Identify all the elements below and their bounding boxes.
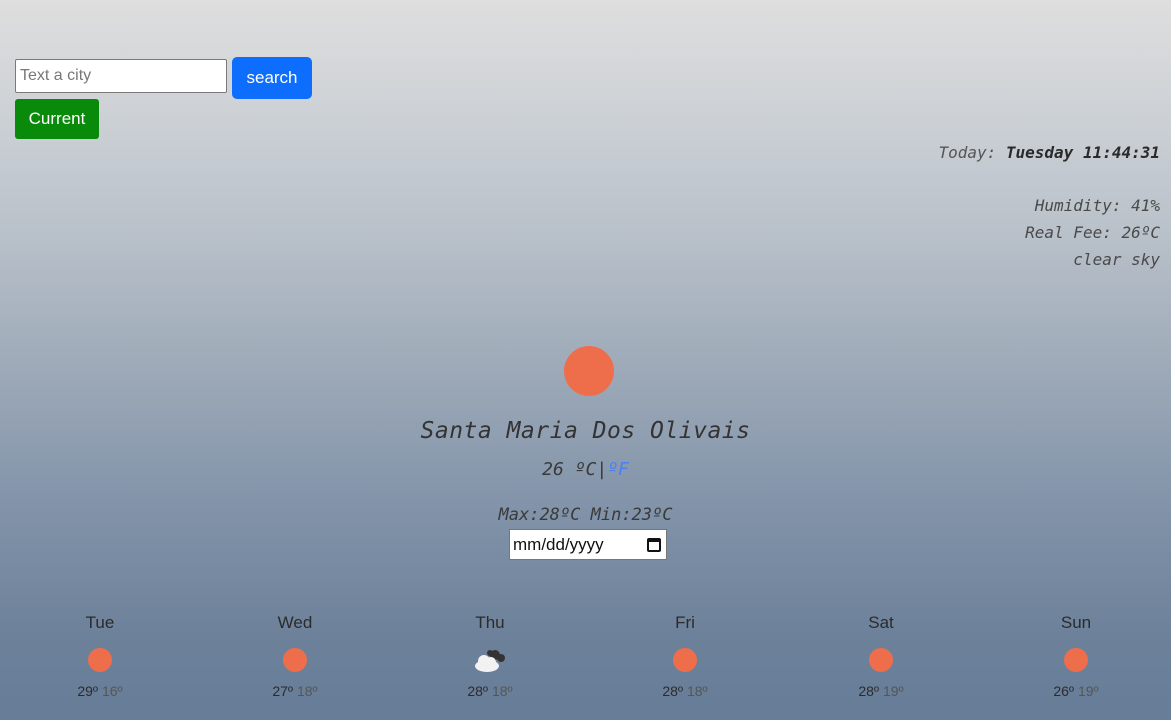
- forecast-day-name: Sat: [868, 613, 894, 632]
- forecast-day-name: Wed: [277, 613, 313, 632]
- today-value: Tuesday 11:44:31: [1005, 143, 1160, 162]
- forecast-temps: 28º 18º: [440, 683, 540, 699]
- max-min-temperature: Max:28ºC Min:23ºC: [498, 505, 673, 525]
- forecast-max: 28º: [858, 683, 880, 699]
- real-feel-text: Real Fee: 26ºC: [1025, 223, 1160, 242]
- city-name: Santa Maria Dos Olivais: [420, 418, 751, 444]
- forecast-min: 18º: [491, 683, 513, 699]
- forecast-day: Sat 28º 19º: [831, 612, 931, 699]
- forecast-day: Thu 28º 18º: [440, 612, 540, 699]
- forecast-temps: 26º 19º: [1026, 683, 1126, 699]
- forecast-temps: 28º 19º: [831, 683, 931, 699]
- forecast-day-name: Fri: [675, 613, 695, 632]
- sun-icon: [283, 648, 307, 672]
- search-button[interactable]: search: [232, 57, 312, 99]
- sun-icon: [1064, 648, 1088, 672]
- forecast-min: 19º: [1077, 683, 1099, 699]
- sun-icon: [88, 648, 112, 672]
- current-temperature: 26 ºC|ºF: [0, 459, 1171, 480]
- unit-separator: |: [596, 459, 608, 480]
- forecast-day: Fri 28º 18º: [635, 612, 735, 699]
- fahrenheit-link[interactable]: ºF: [607, 459, 629, 480]
- forecast-temps: 29º 16º: [50, 683, 150, 699]
- forecast-min: 18º: [296, 683, 318, 699]
- forecast-max: 28º: [467, 683, 489, 699]
- forecast-day: Tue 29º 16º: [50, 612, 150, 699]
- sun-icon: [564, 346, 614, 396]
- sun-icon: [869, 648, 893, 672]
- forecast-day-name: Thu: [475, 613, 505, 632]
- forecast-day-name: Sun: [1060, 613, 1092, 632]
- forecast-day-name: Tue: [85, 613, 115, 632]
- forecast-temps: 27º 18º: [245, 683, 345, 699]
- forecast-min: 16º: [101, 683, 123, 699]
- calendar-icon[interactable]: [647, 537, 661, 552]
- forecast-temps: 28º 18º: [635, 683, 735, 699]
- forecast-min: 18º: [686, 683, 708, 699]
- date-picker-input[interactable]: mm/dd/yyyy: [509, 529, 667, 560]
- forecast-min: 19º: [882, 683, 904, 699]
- today-label: Today:: [938, 143, 997, 162]
- cloud-icon: [475, 650, 505, 672]
- current-location-button[interactable]: Current: [15, 99, 99, 139]
- weather-description: clear sky: [1073, 250, 1160, 269]
- temperature-value: 26: [542, 459, 564, 480]
- forecast-day: Wed 27º 18º: [245, 612, 345, 699]
- forecast-max: 26º: [1053, 683, 1075, 699]
- date-placeholder: mm/dd/yyyy: [513, 534, 604, 554]
- forecast-max: 29º: [77, 683, 99, 699]
- forecast-max: 27º: [272, 683, 294, 699]
- celsius-unit[interactable]: ºC: [575, 459, 597, 480]
- forecast-max: 28º: [662, 683, 684, 699]
- humidity-text: Humidity: 41%: [1034, 196, 1160, 215]
- sun-icon: [673, 648, 697, 672]
- forecast-day: Sun 26º 19º: [1026, 612, 1126, 699]
- city-search-input[interactable]: [15, 59, 227, 93]
- today-datetime: Today: Tuesday 11:44:31: [938, 143, 1160, 162]
